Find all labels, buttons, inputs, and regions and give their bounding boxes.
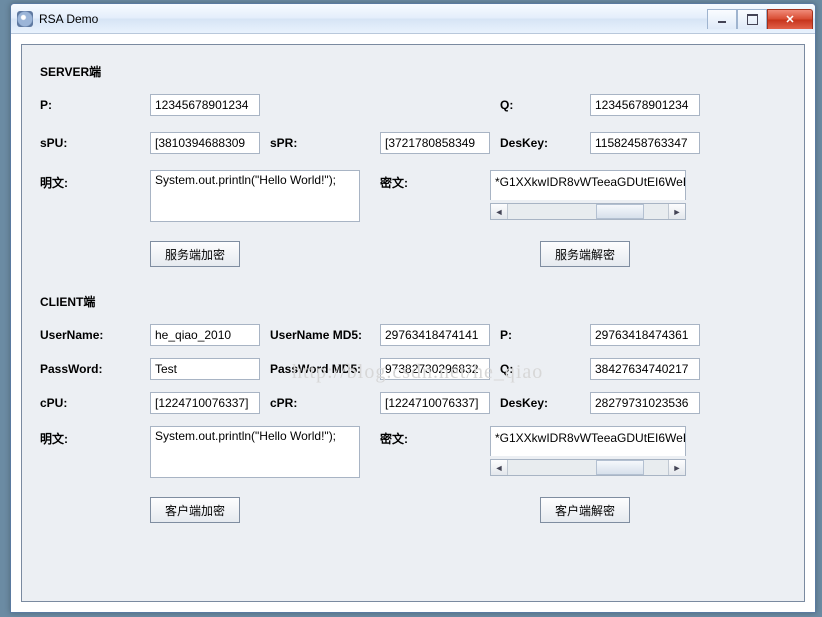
java-icon [17,11,33,27]
client-cipher-box: ◄ ► [490,426,686,476]
client-username-md5-input[interactable] [380,324,490,346]
client-password-md5-label: PassWord MD5: [270,358,380,376]
server-spu-label: sPU: [40,132,150,150]
server-plain-textarea[interactable] [150,170,360,222]
client-plain-label: 明文: [40,426,150,447]
scroll-track[interactable] [508,460,668,475]
client-cpu-label: cPU: [40,392,150,410]
app-window: RSA Demo http://blog.csdn.net/he_qiao SE… [10,3,816,613]
server-deskey-label: DesKey: [500,132,590,150]
server-spr-input[interactable] [380,132,490,154]
client-p-label: P: [500,324,590,342]
server-p-input[interactable] [150,94,260,116]
server-heading: SERVER端 [40,59,786,80]
client-q-label: Q: [500,358,590,376]
client-cpr-input[interactable] [380,392,490,414]
server-cipher-box: ◄ ► [490,170,686,220]
client-username-input[interactable] [150,324,260,346]
server-decrypt-button[interactable]: 服务端解密 [540,241,630,267]
client-decrypt-button[interactable]: 客户端解密 [540,497,630,523]
server-deskey-input[interactable] [590,132,700,154]
server-p-label: P: [40,94,150,112]
client-deskey-input[interactable] [590,392,700,414]
client-cipher-scrollbar[interactable]: ◄ ► [490,459,686,476]
scroll-left-icon[interactable]: ◄ [491,460,508,475]
server-section: SERVER端 P: Q: sPU: sPR: DesKey: 明文: [40,59,786,267]
scroll-right-icon[interactable]: ► [668,460,685,475]
client-deskey-label: DesKey: [500,392,590,410]
client-plain-textarea[interactable] [150,426,360,478]
client-q-input[interactable] [590,358,700,380]
client-cipher-label: 密文: [380,426,490,447]
server-plain-label: 明文: [40,170,150,191]
client-encrypt-button[interactable]: 客户端加密 [150,497,240,523]
scroll-thumb[interactable] [596,460,644,475]
server-cipher-textarea[interactable] [490,170,686,200]
client-password-md5-input[interactable] [380,358,490,380]
maximize-button[interactable] [737,9,767,29]
client-cipher-textarea[interactable] [490,426,686,456]
scroll-thumb[interactable] [596,204,644,219]
client-cpr-label: cPR: [270,392,380,410]
client-cpu-input[interactable] [150,392,260,414]
close-button[interactable] [767,9,813,29]
client-p-input[interactable] [590,324,700,346]
scroll-right-icon[interactable]: ► [668,204,685,219]
client-username-md5-label: UserName MD5: [270,324,380,342]
client-username-label: UserName: [40,324,150,342]
scroll-left-icon[interactable]: ◄ [491,204,508,219]
content-panel: http://blog.csdn.net/he_qiao SERVER端 P: … [21,44,805,602]
client-heading: CLIENT端 [40,289,786,310]
client-section: CLIENT端 UserName: UserName MD5: P: PassW… [40,289,786,523]
server-q-input[interactable] [590,94,700,116]
minimize-button[interactable] [707,9,737,29]
titlebar[interactable]: RSA Demo [11,4,815,34]
window-title: RSA Demo [39,12,707,26]
server-cipher-scrollbar[interactable]: ◄ ► [490,203,686,220]
client-password-input[interactable] [150,358,260,380]
server-spu-input[interactable] [150,132,260,154]
server-cipher-label: 密文: [380,170,490,191]
server-spr-label: sPR: [270,132,380,150]
server-encrypt-button[interactable]: 服务端加密 [150,241,240,267]
server-q-label: Q: [500,94,590,112]
client-password-label: PassWord: [40,358,150,376]
scroll-track[interactable] [508,204,668,219]
